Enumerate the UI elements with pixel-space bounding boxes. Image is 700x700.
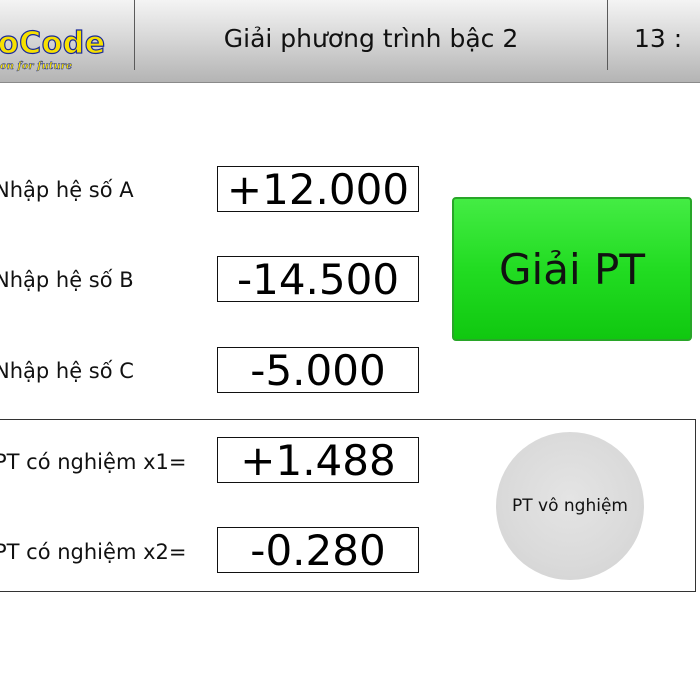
coefficient-b-input[interactable]: -14.500 (217, 256, 419, 302)
logo-text: oCode (0, 26, 106, 61)
header-divider-right (607, 0, 608, 70)
root-x2-label: PT có nghiệm x2= (0, 540, 187, 564)
page-title: Giải phương trình bậc 2 (223, 23, 519, 53)
coefficient-c-input[interactable]: -5.000 (217, 347, 419, 393)
coefficient-c-label: Nhập hệ số C (0, 359, 134, 383)
solve-button[interactable]: Giải PT (452, 197, 692, 341)
coefficient-a-label: Nhập hệ số A (0, 178, 134, 202)
root-x1-display: +1.488 (217, 437, 419, 483)
logo-tagline: on for future (0, 61, 73, 72)
header-bar: oCode on for future Giải phương trình bậ… (0, 0, 700, 83)
coefficient-a-input[interactable]: +12.000 (217, 166, 419, 212)
root-x2-display: -0.280 (217, 527, 419, 573)
clock-display: 13 : (634, 23, 683, 53)
brand-logo: oCode on for future (0, 26, 110, 74)
no-solution-indicator: PT vô nghiệm (496, 432, 644, 580)
coefficient-b-label: Nhập hệ số B (0, 268, 134, 292)
hmi-screen: oCode on for future Giải phương trình bậ… (0, 0, 700, 700)
root-x1-label: PT có nghiệm x1= (0, 450, 187, 474)
